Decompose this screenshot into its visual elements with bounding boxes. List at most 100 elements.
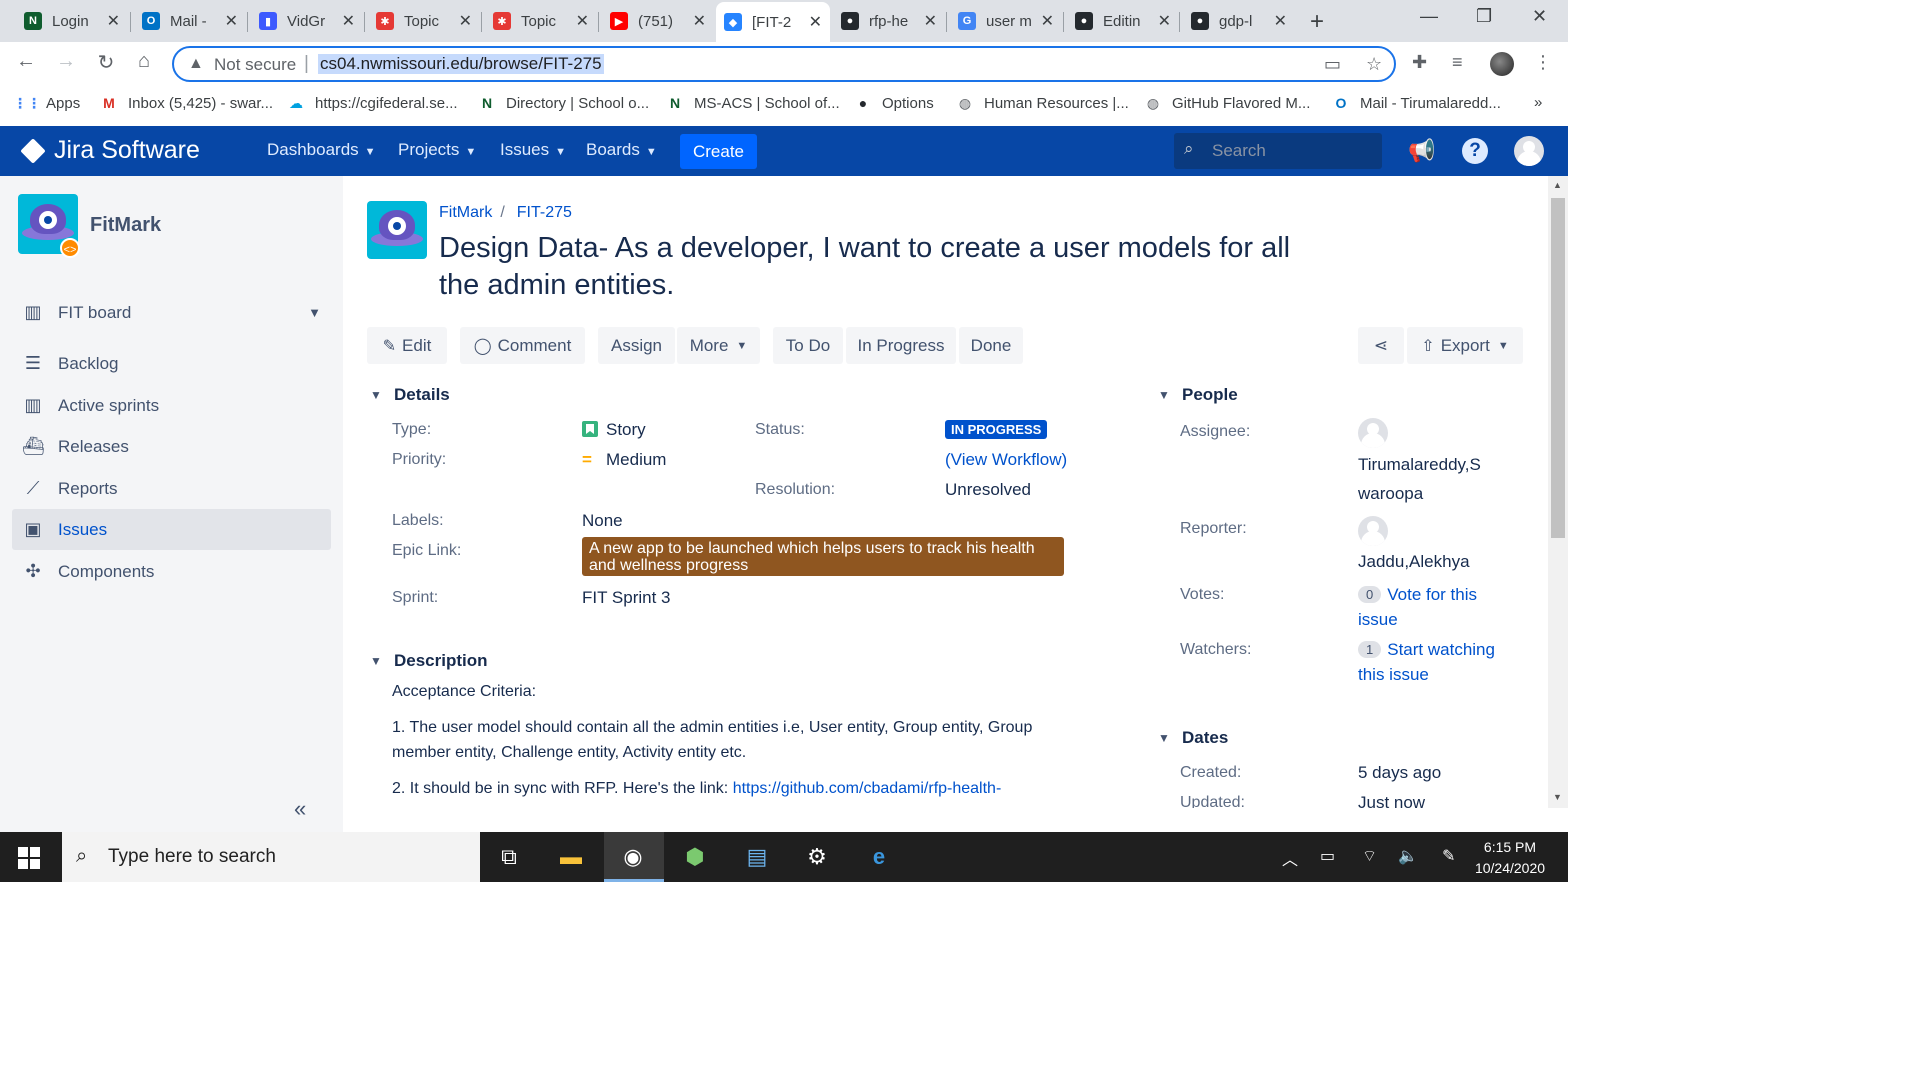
browser-tab[interactable]: ● gdp-l ✕ [1183,4,1295,38]
rfp-link[interactable]: https://github.com/cbadami/rfp-health- [733,780,1002,797]
profile-avatar[interactable] [1490,52,1514,76]
minimize-icon[interactable]: — [1420,6,1438,27]
pen-icon[interactable]: ✎ [1442,846,1455,866]
help-icon[interactable]: ? [1462,138,1488,164]
close-tab-icon[interactable]: ✕ [576,11,589,31]
taskbar-search-input[interactable]: ⌕ Type here to search [62,832,480,882]
comment-button[interactable]: ◯ Comment [460,327,585,364]
watch-link[interactable]: Start watching [1387,640,1495,659]
user-avatar[interactable] [1514,136,1544,166]
chevron-down-icon[interactable]: ▼ [308,305,321,320]
bookmark-item[interactable]: ● Options [854,94,934,112]
status-lozenge[interactable]: IN PROGRESS [945,420,1048,439]
reload-icon[interactable]: ↻ [92,50,120,75]
sprint-value[interactable]: FIT Sprint 3 [582,588,671,608]
security-label[interactable]: Not secure [214,55,296,75]
close-tab-icon[interactable]: ✕ [225,11,238,31]
view-workflow-link[interactable]: (View Workflow) [945,450,1067,470]
export-button[interactable]: ⇧ Export ▼ [1407,327,1523,364]
close-tab-icon[interactable]: ✕ [1274,11,1287,31]
epic-link-lozenge[interactable]: A new app to be launched which helps use… [582,537,1064,576]
vote-link-line2[interactable]: issue [1358,610,1398,630]
bookmark-item[interactable]: N Directory | School o... [478,94,649,112]
issue-summary[interactable]: Design Data- As a developer, I want to c… [439,230,1309,304]
extensions-icon[interactable]: ✚ [1412,52,1427,73]
description-item-1[interactable]: 1. The user model should contain all the… [392,715,1072,765]
nav-dashboards[interactable]: Dashboards ▼ [267,140,376,160]
close-window-icon[interactable]: ✕ [1532,6,1547,27]
back-icon[interactable]: ← [12,50,40,73]
system-clock[interactable]: 6:15 PM 10/24/2020 [1470,837,1550,879]
forward-icon[interactable]: → [52,50,80,73]
close-tab-icon[interactable]: ✕ [809,12,822,32]
file-explorer-icon[interactable]: ▬ [556,844,586,870]
close-tab-icon[interactable]: ✕ [1158,11,1171,31]
jira-logo[interactable]: Jira Software [20,136,200,165]
browser-tab[interactable]: ◆ [FIT-2 ✕ [716,2,830,42]
close-tab-icon[interactable]: ✕ [924,11,937,31]
sidebar-item-components[interactable]: ✣ Components [12,551,331,592]
description-item-2[interactable]: 2. It should be in sync with RFP. Here's… [392,776,1072,801]
warning-icon[interactable]: ▲ [188,55,204,73]
settings-gear-icon[interactable]: ⚙ [802,844,832,870]
done-button[interactable]: Done [959,327,1023,364]
close-tab-icon[interactable]: ✕ [459,11,472,31]
labels-value[interactable]: None [582,511,623,531]
breadcrumb-issue-key[interactable]: FIT-275 [517,204,572,222]
browser-tab[interactable]: ▮ VidGr ✕ [251,4,363,38]
project-avatar-small[interactable] [367,201,427,259]
issue-type[interactable]: Story [582,420,646,440]
vote-link[interactable]: Vote for this [1387,585,1477,604]
battery-icon[interactable]: ▭ [1320,846,1335,866]
reporter-name[interactable]: Jaddu,Alekhya [1358,552,1470,572]
bookmark-item[interactable]: M Inbox (5,425) - swar... [100,94,273,112]
browser-tab[interactable]: N Login ✕ [16,4,128,38]
bookmark-item[interactable]: ◍ GitHub Flavored M... [1144,94,1311,112]
close-tab-icon[interactable]: ✕ [342,11,355,31]
create-button[interactable]: Create [680,134,757,169]
notifications-megaphone-icon[interactable]: 📢 [1408,138,1435,164]
todo-button[interactable]: To Do [773,327,843,364]
page-scrollbar[interactable]: ▲ ▼ [1548,176,1568,808]
bookmark-item[interactable]: O Mail - Tirumalaredd... [1332,94,1501,112]
address-bar[interactable]: ▲ Not secure | cs04.nwmissouri.edu/brows… [172,46,1396,82]
jira-search-input[interactable]: ⌕ Search [1174,133,1382,169]
browser-tab[interactable]: ✱ Topic ✕ [485,4,597,38]
sidebar-item-releases[interactable]: ⛴ Releases [12,426,331,467]
people-heading[interactable]: ▼ People [1158,385,1238,405]
more-button[interactable]: More ▼ [677,327,760,364]
volume-icon[interactable]: 🔈 [1398,846,1418,866]
close-tab-icon[interactable]: ✕ [107,11,120,31]
task-view-icon[interactable]: ⧉ [494,844,524,870]
home-icon[interactable]: ⌂ [130,50,158,73]
issue-priority[interactable]: = Medium [582,450,666,470]
media-icon[interactable]: ≡ [1452,52,1463,73]
browser-tab[interactable]: ▶ (751) ✕ [602,4,714,38]
assign-button[interactable]: Assign [598,327,675,364]
bookmark-item[interactable]: N MS-ACS | School of... [666,94,840,112]
more-bookmarks-icon[interactable]: » [1534,94,1542,111]
wifi-icon[interactable]: ⌔ [1362,846,1377,866]
cast-icon[interactable]: ▭ [1324,54,1341,75]
windows-start-icon[interactable] [18,847,40,869]
scrollbar-thumb[interactable] [1551,198,1565,538]
bookmark-star-icon[interactable]: ☆ [1366,54,1382,75]
browser-tab[interactable]: ● rfp-he ✕ [833,4,945,38]
sidebar-item-reports[interactable]: ⟋ Reports [12,468,331,509]
browser-tab[interactable]: ● Editin ✕ [1067,4,1179,38]
chrome-menu-icon[interactable]: ⋮ [1534,52,1552,73]
bookmark-item[interactable]: ⋮⋮ Apps [13,94,80,112]
browser-tab[interactable]: Guser m ✕ [950,4,1062,38]
in-progress-button[interactable]: In Progress [846,327,956,364]
control-panel-icon[interactable]: ▤ [742,844,772,870]
close-tab-icon[interactable]: ✕ [693,11,706,31]
nav-projects[interactable]: Projects ▼ [398,140,476,160]
bookmark-item[interactable]: ◍ Human Resources |... [956,94,1129,112]
assignee-name-line1[interactable]: Tirumalareddy,S [1358,455,1481,475]
edge-icon[interactable]: e [864,844,894,870]
browser-tab[interactable]: O Mail - ✕ [134,4,246,38]
browser-tab[interactable]: ✱ Topic ✕ [368,4,480,38]
description-heading[interactable]: ▼ Description [370,651,488,671]
watch-link-line2[interactable]: this issue [1358,665,1429,685]
bookmark-item[interactable]: ☁ https://cgifederal.se... [287,94,458,112]
